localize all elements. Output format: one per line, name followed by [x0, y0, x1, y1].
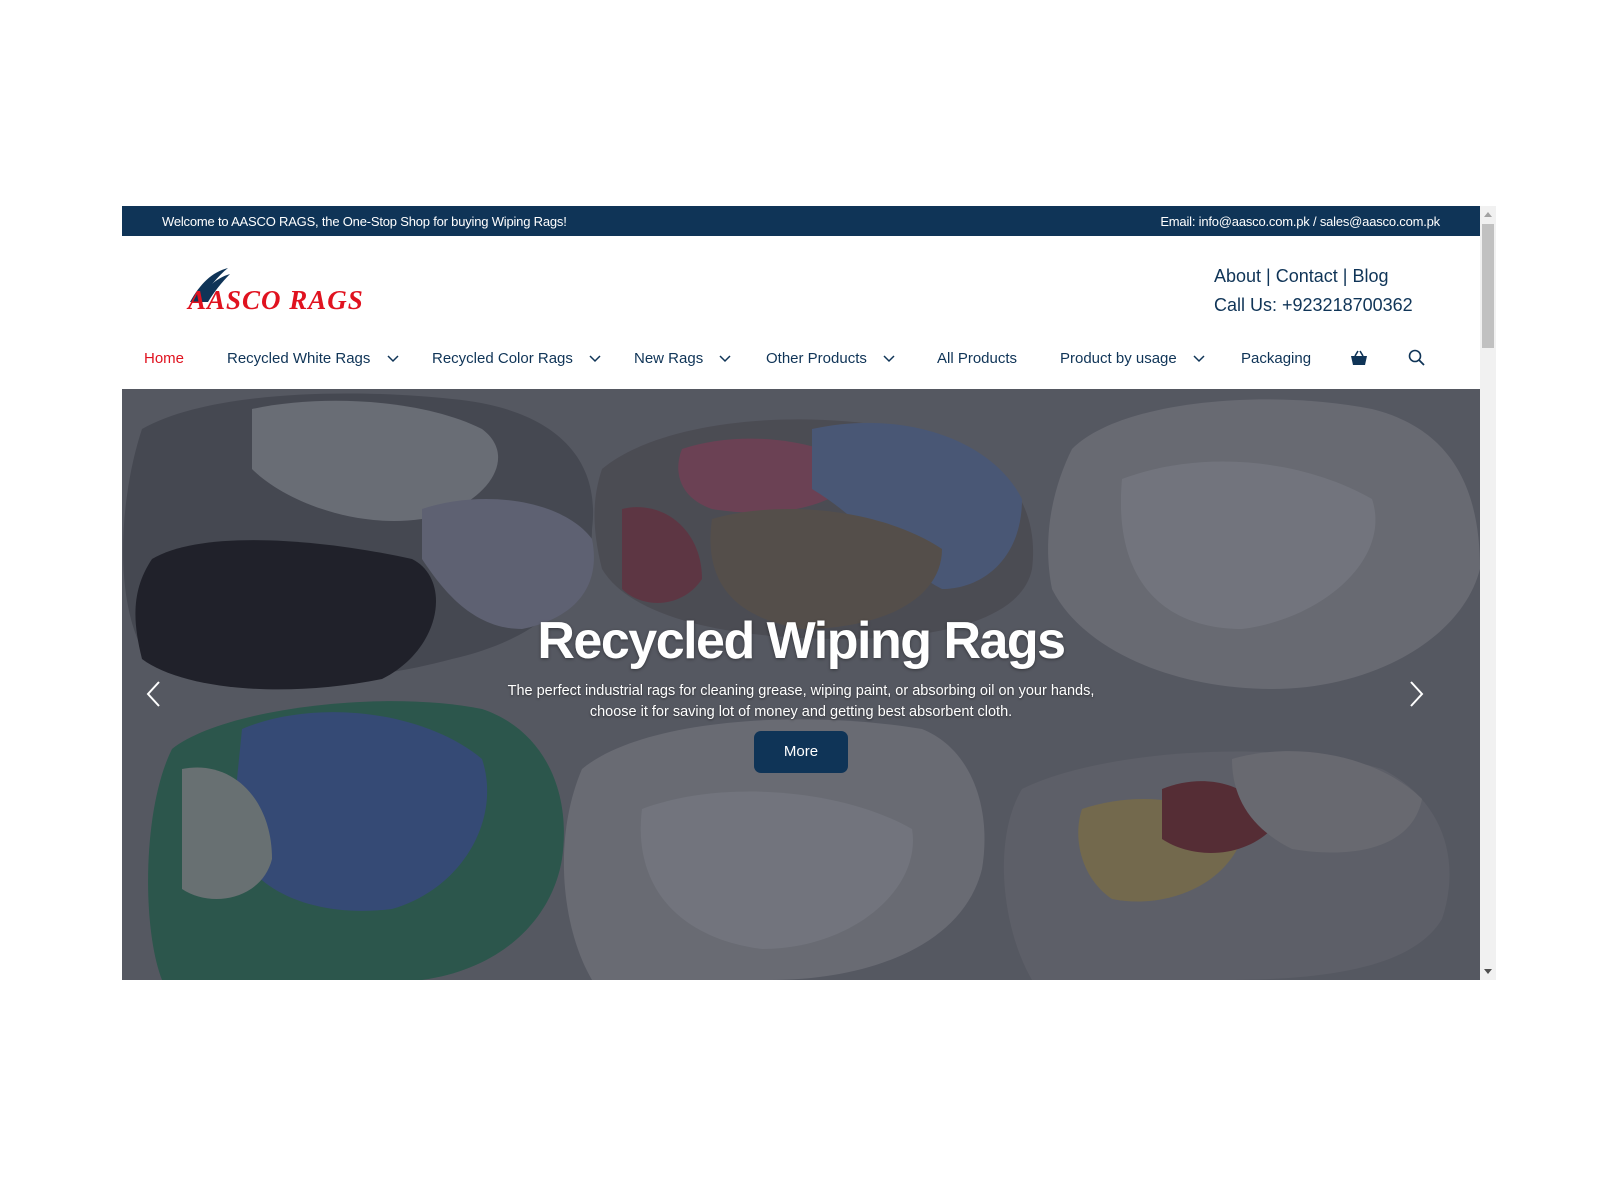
- nav-item-recycled-white-rags[interactable]: Recycled White Rags: [227, 350, 399, 367]
- top-announcement-bar: Welcome to AASCO RAGS, the One-Stop Shop…: [122, 206, 1480, 236]
- chevron-down-icon: [1193, 355, 1205, 363]
- contact-email[interactable]: Email: info@aasco.com.pk / sales@aasco.c…: [1160, 214, 1440, 229]
- nav-item-recycled-color-rags[interactable]: Recycled Color Rags: [432, 350, 601, 367]
- link-separator: |: [1337, 266, 1353, 286]
- nav-item-new-rags[interactable]: New Rags: [634, 350, 731, 367]
- nav-label: Other Products: [766, 350, 867, 367]
- chevron-down-icon: [387, 355, 399, 363]
- nav-item-other-products[interactable]: Other Products: [766, 350, 895, 367]
- scroll-up-arrow-icon[interactable]: [1484, 212, 1492, 217]
- hero-slider: Recycled Wiping Rags The perfect industr…: [122, 389, 1480, 980]
- nav-label: Packaging: [1241, 350, 1312, 367]
- hero-subtitle-line: The perfect industrial rags for cleaning…: [507, 683, 1095, 699]
- chevron-down-icon: [589, 355, 601, 363]
- contact-link[interactable]: Contact: [1276, 266, 1338, 286]
- nav-label: New Rags: [634, 350, 704, 367]
- blog-link[interactable]: Blog: [1352, 266, 1388, 286]
- about-link[interactable]: About: [1214, 266, 1261, 286]
- link-separator: |: [1261, 266, 1276, 286]
- nav-label: All Products: [937, 350, 1018, 367]
- nav-label: Recycled Color Rags: [432, 350, 573, 367]
- slider-prev-arrow-icon[interactable]: [144, 679, 164, 709]
- more-button[interactable]: More: [754, 731, 848, 773]
- nav-item-product-by-usage[interactable]: Product by usage: [1060, 350, 1205, 367]
- call-us-text[interactable]: Call Us: +923218700362: [1214, 291, 1413, 320]
- main-navigation: Home Recycled White Rags Recycled Color …: [122, 330, 1480, 389]
- slider-next-arrow-icon[interactable]: [1406, 679, 1426, 709]
- header-link-row: About | Contact | Blog: [1214, 262, 1413, 291]
- scrollbar-thumb[interactable]: [1482, 224, 1494, 348]
- site-header: AASCO RAGS About | Contact | Blog Call U…: [122, 236, 1480, 330]
- chevron-down-icon: [719, 355, 731, 363]
- cart-icon[interactable]: [1349, 348, 1369, 368]
- header-links: About | Contact | Blog Call Us: +9232187…: [1214, 262, 1413, 320]
- page-scrollbar[interactable]: [1480, 206, 1496, 980]
- hero-subtitle-line: choose it for saving lot of money and ge…: [589, 704, 1013, 720]
- browser-viewport: Welcome to AASCO RAGS, the One-Stop Shop…: [122, 206, 1496, 980]
- svg-text:AASCO RAGS: AASCO RAGS: [186, 285, 364, 312]
- welcome-text: Welcome to AASCO RAGS, the One-Stop Shop…: [162, 214, 567, 229]
- chevron-down-icon: [883, 355, 895, 363]
- logo-graphic: AASCO RAGS: [186, 268, 364, 315]
- nav-label: Product by usage: [1060, 350, 1177, 367]
- site-logo[interactable]: AASCO RAGS: [186, 266, 438, 315]
- nav-item-all-products[interactable]: All Products: [937, 350, 1017, 367]
- nav-item-home[interactable]: Home: [144, 350, 184, 367]
- nav-item-packaging[interactable]: Packaging: [1241, 350, 1311, 367]
- nav-label: Recycled White Rags: [227, 350, 371, 367]
- nav-label: Home: [144, 350, 185, 367]
- scroll-down-arrow-icon[interactable]: [1484, 969, 1492, 974]
- hero-title: Recycled Wiping Rags: [537, 612, 1066, 670]
- search-icon[interactable]: [1407, 348, 1427, 368]
- hero-subtitle: The perfect industrial rags for cleaning…: [501, 681, 1101, 723]
